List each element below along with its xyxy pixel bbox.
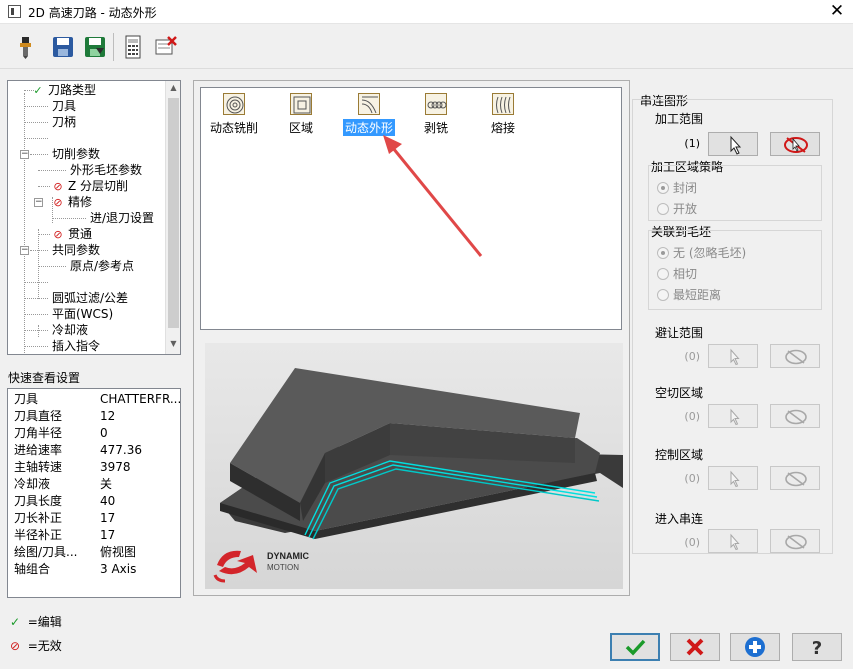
ok-icon	[625, 639, 646, 656]
save-as-icon[interactable]	[82, 34, 108, 60]
pointer-icon	[730, 470, 740, 488]
pointer-icon	[730, 135, 742, 155]
disabled-icon: ⊘	[53, 228, 63, 241]
pointer-icon	[730, 533, 740, 551]
title-bar: 2D 高速刀路 - 动态外形 ✕	[0, 0, 853, 24]
save-icon[interactable]	[50, 34, 76, 60]
legend-invalid: ⊘ =无效	[10, 639, 62, 653]
stock-tangent-radio[interactable]: 相切	[657, 265, 697, 282]
dynamic-motion-logo: DYNAMIC MOTION	[213, 543, 323, 583]
entry-chain-count: (0)	[684, 536, 700, 549]
containment-clear-button[interactable]	[770, 466, 820, 490]
ok-button[interactable]	[610, 633, 660, 661]
select-chain-button[interactable]	[708, 132, 758, 156]
check-icon: ✓	[33, 84, 43, 97]
radio-icon	[657, 268, 669, 280]
tree-item-cut-params[interactable]: 切削参数	[52, 146, 100, 162]
disabled-icon: ⊘	[53, 180, 63, 193]
air-region-select-button[interactable]	[708, 404, 758, 428]
containment-count: (0)	[684, 472, 700, 485]
tree-scrollbar[interactable]: ▲ ▼	[165, 81, 180, 354]
tree-item-toolpath-type[interactable]: ✓ 刀路类型	[32, 82, 96, 98]
tool-icon[interactable]	[12, 34, 38, 60]
window-title: 2D 高速刀路 - 动态外形	[28, 6, 157, 20]
tree-item-finish[interactable]: ⊘ 精修	[52, 194, 92, 210]
avoidance-clear-button[interactable]	[770, 344, 820, 368]
disabled-icon: ⊘	[53, 196, 63, 209]
tree-item-holder[interactable]: 刀柄	[52, 114, 76, 130]
close-button[interactable]: ✕	[822, 0, 852, 24]
scroll-down-icon[interactable]: ▼	[169, 339, 178, 348]
air-region-count: (0)	[684, 410, 700, 423]
entry-chain-select-button[interactable]	[708, 529, 758, 553]
quick-view-list: 刀具 CHATTERFR... 刀具直径 12 刀角半径 0 进给速率 477.36 主…	[7, 388, 181, 598]
tree-item-planes[interactable]: 平面(WCS)	[52, 306, 113, 322]
strategy-closed-radio[interactable]: 封闭	[657, 179, 697, 196]
quick-view-label: 快速查看设置	[8, 371, 81, 385]
svg-text:?: ?	[812, 638, 822, 659]
avoidance-range-count: (0)	[684, 350, 700, 363]
scrollbar-thumb[interactable]	[168, 98, 179, 328]
scroll-up-icon[interactable]: ▲	[169, 83, 178, 92]
machining-range-label: 加工范围	[655, 112, 704, 126]
logo-text-2: MOTION	[267, 563, 299, 572]
tree-item-linking-params[interactable]: 共同参数	[52, 242, 100, 258]
clear-chain-icon	[785, 409, 807, 425]
radio-icon	[657, 247, 669, 259]
disabled-icon: ⊘	[10, 639, 21, 653]
delete-operation-icon[interactable]	[152, 34, 178, 60]
tree-item-coolant[interactable]: 冷却液	[52, 322, 88, 338]
clear-chain-button[interactable]	[770, 132, 820, 156]
clear-chain-icon	[784, 137, 808, 153]
logo-text-1: DYNAMIC	[267, 551, 309, 561]
parameter-tree[interactable]: ✓ 刀路类型 刀具 刀柄 − 切削参数 外形毛坯参数 ⊘ Z 分层切削 − ⊘ 精修 …	[7, 80, 181, 355]
collapse-icon[interactable]: −	[20, 246, 29, 255]
toolpath-type-list[interactable]: 动态铣削 区域 动态外形 剥铣 熔接	[200, 87, 622, 330]
annotation-arrow	[383, 135, 483, 257]
cancel-icon	[686, 638, 704, 656]
containment-label: 控制区域	[655, 448, 704, 462]
pointer-icon	[730, 348, 740, 366]
stock-none-radio[interactable]: 无 (忽略毛坯)	[657, 244, 746, 261]
toolbar	[0, 25, 853, 69]
tree-item-depth-cuts[interactable]: ⊘ Z 分层切削	[52, 178, 128, 194]
tree-item-arc-filter[interactable]: 圆弧过滤/公差	[52, 290, 128, 306]
tree-item-lead-in-out[interactable]: 进/退刀设置	[90, 210, 154, 226]
stock-shortest-radio[interactable]: 最短距离	[657, 286, 721, 303]
clear-chain-icon	[785, 349, 807, 365]
add-button[interactable]	[730, 633, 780, 661]
window-icon	[8, 5, 21, 18]
tree-item-tool[interactable]: 刀具	[52, 98, 76, 114]
clear-chain-icon	[785, 471, 807, 487]
help-button[interactable]: ?	[792, 633, 842, 661]
collapse-icon[interactable]: −	[20, 150, 29, 159]
cancel-button[interactable]	[670, 633, 720, 661]
clear-chain-icon	[785, 534, 807, 550]
calculator-icon[interactable]	[120, 34, 146, 60]
pointer-icon	[730, 408, 740, 426]
avoidance-select-button[interactable]	[708, 344, 758, 368]
containment-select-button[interactable]	[708, 466, 758, 490]
radio-icon	[657, 203, 669, 215]
tree-item-break-through[interactable]: ⊘ 贯通	[52, 226, 92, 242]
legend-edit: ✓ =编辑	[10, 615, 62, 629]
toolpath-preview-image: DYNAMIC MOTION	[205, 343, 623, 589]
avoidance-range-label: 避让范围	[655, 326, 704, 340]
machining-range-count: (1)	[684, 137, 700, 150]
tree-item-canned-text[interactable]: 插入指令	[52, 338, 100, 354]
entry-chain-label: 进入串连	[655, 512, 704, 526]
tree-item-home-ref-point[interactable]: 原点/参考点	[70, 258, 134, 274]
entry-chain-clear-button[interactable]	[770, 529, 820, 553]
help-icon: ?	[812, 638, 822, 659]
radio-icon	[657, 289, 669, 301]
tree-item-stock-params[interactable]: 外形毛坯参数	[70, 162, 142, 178]
add-icon	[745, 637, 765, 657]
air-region-label: 空切区域	[655, 386, 704, 400]
air-region-clear-button[interactable]	[770, 404, 820, 428]
toolbar-separator	[113, 33, 114, 61]
check-icon: ✓	[10, 615, 21, 629]
radio-icon	[657, 182, 669, 194]
collapse-icon[interactable]: −	[34, 198, 43, 207]
strategy-open-radio[interactable]: 开放	[657, 200, 697, 217]
